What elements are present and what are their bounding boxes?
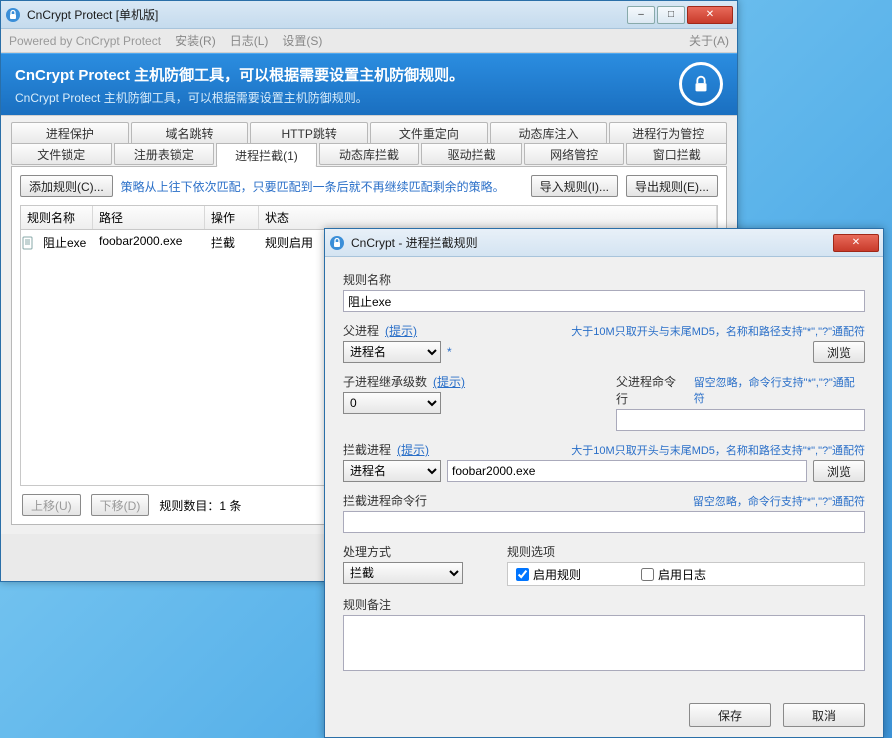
handle-select[interactable]: 拦截 — [343, 562, 463, 584]
enable-log-input[interactable] — [641, 568, 654, 581]
tab-window-block[interactable]: 窗口拦截 — [626, 143, 727, 165]
block-cmd-hint: 留空忽略，命令行支持"*","?"通配符 — [693, 493, 865, 509]
parent-hint: 大于10M只取开头与末尾MD5，名称和路径支持"*","?"通配符 — [571, 323, 865, 339]
main-title: CnCrypt Protect [单机版] — [27, 6, 625, 23]
inherit-tip-link[interactable]: (提示) — [433, 373, 465, 390]
row-path: foobar2000.exe — [93, 234, 205, 251]
window-buttons: – □ ✕ — [625, 6, 733, 24]
powered-text: Powered by CnCrypt Protect — [9, 34, 161, 48]
field-block-proc: 拦截进程 (提示) 大于10M只取开头与末尾MD5，名称和路径支持"*","?"… — [343, 441, 865, 482]
banner-title: CnCrypt Protect 主机防御工具，可以根据需要设置主机防御规则。 — [15, 64, 464, 85]
handle-label: 处理方式 — [343, 543, 391, 560]
parent-type-select[interactable]: 进程名 — [343, 341, 441, 363]
move-down-button[interactable]: 下移(D) — [91, 494, 150, 516]
row-name: 阻止exe — [37, 234, 93, 251]
dialog-title: CnCrypt - 进程拦截规则 — [351, 234, 831, 251]
col-status[interactable]: 状态 — [259, 206, 717, 229]
parent-cmd-input[interactable] — [616, 409, 865, 431]
tab-dll-inject[interactable]: 动态库注入 — [490, 122, 608, 144]
field-block-cmd: 拦截进程命令行 留空忽略，命令行支持"*","?"通配符 — [343, 492, 865, 533]
close-button[interactable]: ✕ — [687, 6, 733, 24]
block-browse-button[interactable]: 浏览 — [813, 460, 865, 482]
field-parent: 父进程 (提示) 大于10M只取开头与末尾MD5，名称和路径支持"*","?"通… — [343, 322, 865, 363]
field-inherit-cmd: 子进程继承级数 (提示) 0 父进程命令行 留空忽略，命令行支持"*","?"通… — [343, 373, 865, 431]
banner: CnCrypt Protect 主机防御工具，可以根据需要设置主机防御规则。 C… — [1, 53, 737, 115]
block-label: 拦截进程 — [343, 441, 391, 458]
enable-log-checkbox[interactable]: 启用日志 — [641, 566, 706, 583]
export-rules-button[interactable]: 导出规则(E)... — [626, 175, 718, 197]
field-rule-name: 规则名称 — [343, 271, 865, 312]
block-cmd-input[interactable] — [343, 511, 865, 533]
parent-cmd-label: 父进程命令行 — [616, 373, 688, 407]
field-remarks: 规则备注 — [343, 596, 865, 674]
file-icon — [21, 234, 37, 251]
rule-name-input[interactable] — [343, 290, 865, 312]
save-button[interactable]: 保存 — [689, 703, 771, 727]
enable-rule-checkbox[interactable]: 启用规则 — [516, 566, 581, 583]
import-rules-button[interactable]: 导入规则(I)... — [531, 175, 618, 197]
dialog-close-button[interactable]: ✕ — [833, 234, 879, 252]
parent-label: 父进程 — [343, 322, 379, 339]
tab-domain-jump[interactable]: 域名跳转 — [131, 122, 249, 144]
rule-dialog: CnCrypt - 进程拦截规则 ✕ 规则名称 父进程 (提示) 大于10M只取… — [324, 228, 884, 738]
main-titlebar[interactable]: CnCrypt Protect [单机版] – □ ✕ — [1, 1, 737, 29]
banner-subtitle: CnCrypt Protect 主机防御工具，可以根据需要设置主机防御规则。 — [15, 89, 464, 106]
col-op[interactable]: 操作 — [205, 206, 259, 229]
tab-driver-block[interactable]: 驱动拦截 — [421, 143, 522, 165]
lock-icon — [679, 62, 723, 106]
options-label: 规则选项 — [507, 543, 555, 560]
tabs-row-1: 进程保护 域名跳转 HTTP跳转 文件重定向 动态库注入 进程行为管控 — [5, 122, 733, 144]
remarks-input[interactable] — [343, 615, 865, 671]
menu-install[interactable]: 安装(R) — [175, 32, 216, 49]
add-rule-button[interactable]: 添加规则(C)... — [20, 175, 113, 197]
tab-network-control[interactable]: 网络管控 — [524, 143, 625, 165]
menu-about[interactable]: 关于(A) — [689, 32, 729, 49]
dialog-titlebar[interactable]: CnCrypt - 进程拦截规则 ✕ — [325, 229, 883, 257]
tab-process-behavior[interactable]: 进程行为管控 — [609, 122, 727, 144]
tab-file-lock[interactable]: 文件锁定 — [11, 143, 112, 165]
dialog-client: 规则名称 父进程 (提示) 大于10M只取开头与末尾MD5，名称和路径支持"*"… — [325, 257, 883, 737]
dialog-icon — [329, 235, 345, 251]
minimize-button[interactable]: – — [627, 6, 655, 24]
parent-browse-button[interactable]: 浏览 — [813, 341, 865, 363]
parent-cmd-hint: 留空忽略，命令行支持"*","?"通配符 — [694, 374, 865, 406]
app-icon — [5, 7, 21, 23]
inherit-label: 子进程继承级数 — [343, 373, 427, 390]
tab-registry-lock[interactable]: 注册表锁定 — [114, 143, 215, 165]
rule-name-label: 规则名称 — [343, 271, 391, 288]
col-path[interactable]: 路径 — [93, 206, 205, 229]
tab-file-redirect[interactable]: 文件重定向 — [370, 122, 488, 144]
menubar: Powered by CnCrypt Protect 安装(R) 日志(L) 设… — [1, 29, 737, 53]
enable-rule-input[interactable] — [516, 568, 529, 581]
dialog-footer: 保存 取消 — [343, 695, 865, 727]
tab-process-block[interactable]: 进程拦截(1) — [216, 143, 317, 167]
list-header: 规则名称 路径 操作 状态 — [20, 205, 718, 230]
cancel-button[interactable]: 取消 — [783, 703, 865, 727]
tabs-row-2: 文件锁定 注册表锁定 进程拦截(1) 动态库拦截 驱动拦截 网络管控 窗口拦截 — [5, 143, 733, 167]
parent-tip-link[interactable]: (提示) — [385, 322, 417, 339]
maximize-button[interactable]: □ — [657, 6, 685, 24]
move-up-button[interactable]: 上移(U) — [22, 494, 81, 516]
block-hint: 大于10M只取开头与末尾MD5，名称和路径支持"*","?"通配符 — [571, 442, 865, 458]
field-handle-options: 处理方式 拦截 规则选项 启用规则 启用日志 — [343, 543, 865, 586]
parent-wildcard: * — [447, 345, 452, 359]
col-name[interactable]: 规则名称 — [21, 206, 93, 229]
menu-settings[interactable]: 设置(S) — [282, 32, 322, 49]
remarks-label: 规则备注 — [343, 596, 391, 613]
block-type-select[interactable]: 进程名 — [343, 460, 441, 482]
inherit-select[interactable]: 0 — [343, 392, 441, 414]
block-tip-link[interactable]: (提示) — [397, 441, 429, 458]
block-cmd-label: 拦截进程命令行 — [343, 492, 427, 509]
block-path-input[interactable] — [447, 460, 807, 482]
menu-log[interactable]: 日志(L) — [230, 32, 269, 49]
toolbar-hint: 策略从上往下依次匹配，只要匹配到一条后就不再继续匹配剩余的策略。 — [121, 178, 523, 195]
tab-http-jump[interactable]: HTTP跳转 — [250, 122, 368, 144]
row-op: 拦截 — [205, 234, 259, 251]
tab-dll-block[interactable]: 动态库拦截 — [319, 143, 420, 165]
tab-process-protect[interactable]: 进程保护 — [11, 122, 129, 144]
rule-count: 规则数目：1 条 — [159, 497, 241, 514]
toolbar: 添加规则(C)... 策略从上往下依次匹配，只要匹配到一条后就不再继续匹配剩余的… — [20, 175, 718, 197]
